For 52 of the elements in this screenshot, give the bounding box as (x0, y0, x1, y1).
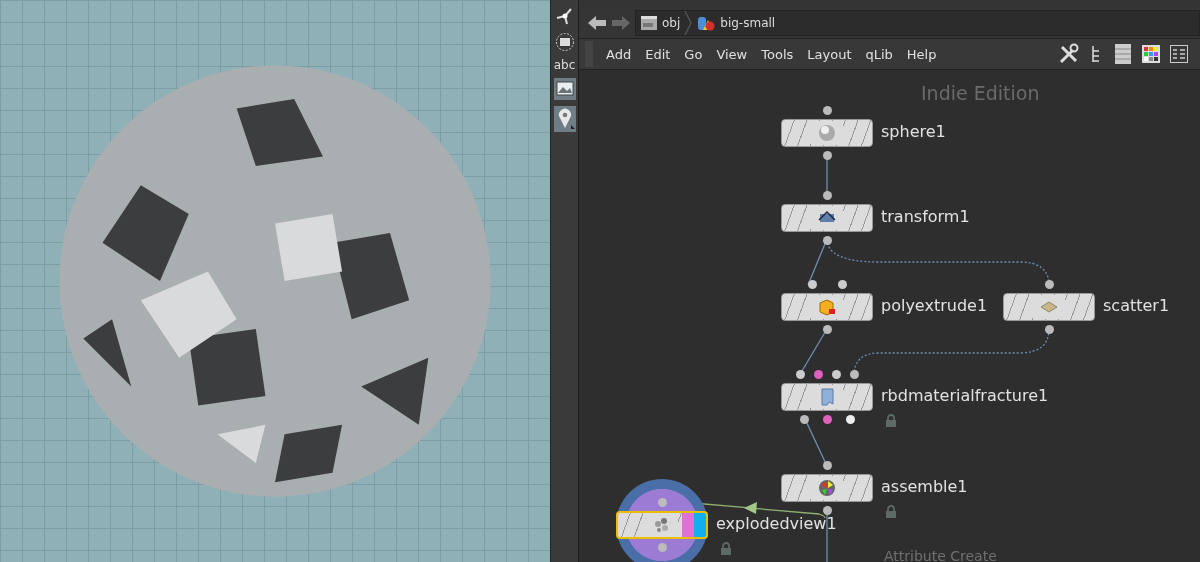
node-name: scatter1 (1103, 296, 1170, 315)
input-port[interactable] (1044, 280, 1054, 289)
color-palette-icon[interactable] (1142, 45, 1160, 63)
output-port[interactable] (799, 415, 809, 424)
menu-item[interactable]: Edit (638, 46, 678, 62)
menu-item[interactable]: Add (599, 46, 639, 62)
output-port[interactable] (822, 325, 832, 334)
tools-icon[interactable] (1058, 43, 1080, 65)
output-port[interactable] (822, 506, 832, 515)
shapes-icon (696, 14, 717, 32)
node-tile[interactable] (1003, 293, 1095, 321)
node-name: explodedview1 (716, 514, 837, 533)
menu-item[interactable]: Layout (800, 46, 859, 62)
clapperboard-icon (640, 15, 658, 31)
node-name: transform1 (881, 207, 970, 226)
input-port[interactable] (822, 106, 832, 115)
output-port[interactable] (822, 151, 832, 160)
output-port[interactable] (845, 415, 855, 424)
chevron-icon (684, 11, 693, 35)
node-tile[interactable] (781, 474, 873, 502)
node-name: sphere1 (881, 122, 946, 141)
axes-icon[interactable] (554, 6, 575, 26)
menu-item[interactable]: Tools (754, 46, 801, 62)
output-port[interactable] (1044, 325, 1054, 334)
menu-item[interactable]: Go (677, 46, 710, 62)
node-name: rbdmaterialfracture1 (881, 386, 1049, 405)
menu-item[interactable]: qLib (858, 46, 900, 62)
node-tile[interactable] (781, 204, 873, 232)
node-tile[interactable] (781, 119, 873, 147)
back-arrow-icon[interactable] (587, 15, 607, 31)
node-hint-text: Attribute Create (884, 548, 997, 562)
input-port[interactable] (657, 498, 667, 507)
input-port[interactable] (822, 461, 832, 470)
edition-watermark-text: Indie Edition (921, 82, 1040, 104)
text-tool-button[interactable]: abc (553, 58, 576, 72)
node-name: polyextrude1 (881, 296, 988, 315)
image-icon[interactable] (553, 78, 576, 100)
input-port[interactable] (837, 280, 847, 289)
input-port[interactable] (822, 191, 832, 200)
node-name: assemble1 (881, 477, 968, 496)
menu-item[interactable]: View (709, 46, 755, 62)
grid-list-icon[interactable] (1170, 45, 1188, 63)
input-port[interactable] (807, 280, 817, 289)
menu-item[interactable]: Help (899, 46, 944, 62)
location-pin-icon[interactable] (553, 106, 576, 132)
display-options-icon[interactable] (554, 32, 575, 52)
output-port[interactable] (822, 236, 832, 245)
node-tile[interactable] (781, 293, 873, 321)
path-item[interactable]: obj (640, 15, 681, 31)
path-item[interactable]: big-small (696, 14, 776, 32)
node-tile[interactable] (781, 383, 873, 411)
list-view-icon[interactable] (1114, 43, 1132, 65)
